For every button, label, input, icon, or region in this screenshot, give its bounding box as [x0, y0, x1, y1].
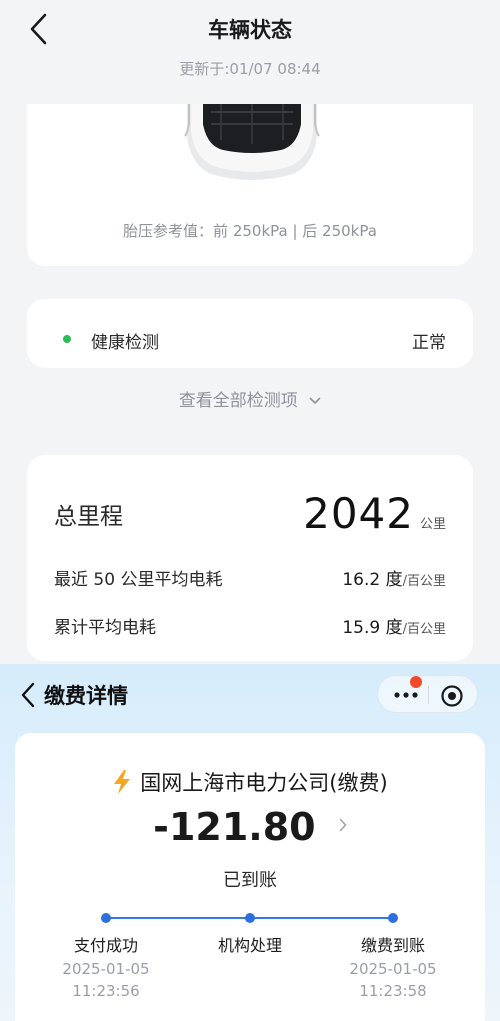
payee-name: 国网上海市电力公司(缴费): [140, 771, 388, 795]
health-check-card[interactable]: 健康检测 正常: [27, 299, 473, 368]
payment-detail-screen: 缴费详情 国网上海市电力公司(缴费) -121.80 已到账 支付成功 2025…: [0, 664, 500, 1021]
average-consumption-row: 累计平均电耗 15.9 度/百公里: [54, 613, 446, 638]
vehicle-nav-bar: 车辆状态 更新于:01/07 08:44: [0, 0, 500, 104]
progress-dot-1: [101, 913, 111, 923]
recent-consumption: 16.2 度/百公里: [342, 565, 446, 590]
mini-program-capsule: [377, 675, 478, 713]
payment-title: 缴费详情: [44, 684, 128, 708]
capsule-divider: [428, 686, 429, 704]
recent-consumption-label: 最近 50 公里平均电耗: [54, 570, 223, 590]
average-consumption-value: 15.9 度: [342, 618, 403, 638]
back-arrow-icon[interactable]: [18, 680, 40, 710]
recent-consumption-value: 16.2 度: [342, 570, 403, 590]
step-label: 机构处理: [217, 936, 282, 955]
step-label: 支付成功: [73, 936, 138, 955]
payee: 国网上海市电力公司(缴费): [15, 767, 485, 797]
recent-consumption-row: 最近 50 公里平均电耗 16.2 度/百公里: [54, 565, 446, 590]
page-title: 车辆状态: [208, 18, 292, 42]
progress-dot-2: [245, 913, 255, 923]
tire-pressure-card: 胎压参考值：前 250kPa | 后 250kPa: [27, 104, 473, 266]
update-time: 更新于:01/07 08:44: [179, 60, 321, 78]
view-all-label: 查看全部检测项: [178, 391, 298, 411]
health-status-dot: [63, 335, 71, 343]
average-consumption-unit: /百公里: [402, 622, 446, 637]
more-dots-icon[interactable]: [392, 688, 420, 702]
average-consumption-label: 累计平均电耗: [54, 618, 156, 638]
total-mileage-label: 总里程: [54, 504, 123, 530]
step-time: 11:23:58: [359, 982, 427, 1000]
payment-amount-value: -121.80: [153, 805, 316, 849]
view-all-checks-link[interactable]: 查看全部检测项: [0, 386, 500, 411]
total-mileage: 2042 公里: [303, 489, 446, 538]
vehicle-status-screen: 车辆状态 更新于:01/07 08:44 胎压参考值：前 250kPa | 后 …: [0, 0, 500, 664]
step-date: 2025-01-05: [349, 960, 437, 978]
step-date: 2025-01-05: [62, 960, 150, 978]
progress-dot-3: [388, 913, 398, 923]
step-time: 11:23:56: [72, 982, 140, 1000]
chevron-right-icon: [339, 818, 347, 832]
recent-consumption-unit: /百公里: [402, 574, 446, 589]
notification-badge: [410, 676, 422, 688]
payment-card: 国网上海市电力公司(缴费) -121.80 已到账 支付成功 2025-01-0…: [15, 733, 485, 1021]
chevron-down-icon: [309, 397, 321, 405]
car-top-view-icon: [184, 104, 320, 180]
total-mileage-unit: 公里: [419, 517, 446, 532]
health-check-label: 健康检测: [91, 333, 159, 353]
lightning-bolt-icon: [114, 770, 131, 794]
payment-status: 已到账: [223, 870, 277, 891]
mileage-card: 总里程 2042 公里 最近 50 公里平均电耗 16.2 度/百公里 累计平均电…: [27, 455, 473, 661]
total-mileage-value: 2042: [303, 489, 414, 538]
step-label: 缴费到账: [360, 936, 425, 955]
target-close-icon[interactable]: [440, 684, 464, 708]
health-check-status: 正常: [412, 333, 446, 353]
step-paid: 支付成功 2025-01-05 11:23:56: [36, 932, 176, 1000]
step-arrived: 缴费到账 2025-01-05 11:23:58: [323, 932, 463, 1000]
step-processing: 机构处理: [180, 932, 320, 956]
tire-pressure-reference: 胎压参考值：前 250kPa | 后 250kPa: [123, 222, 377, 240]
payment-amount[interactable]: -121.80: [15, 805, 485, 849]
average-consumption: 15.9 度/百公里: [342, 613, 446, 638]
